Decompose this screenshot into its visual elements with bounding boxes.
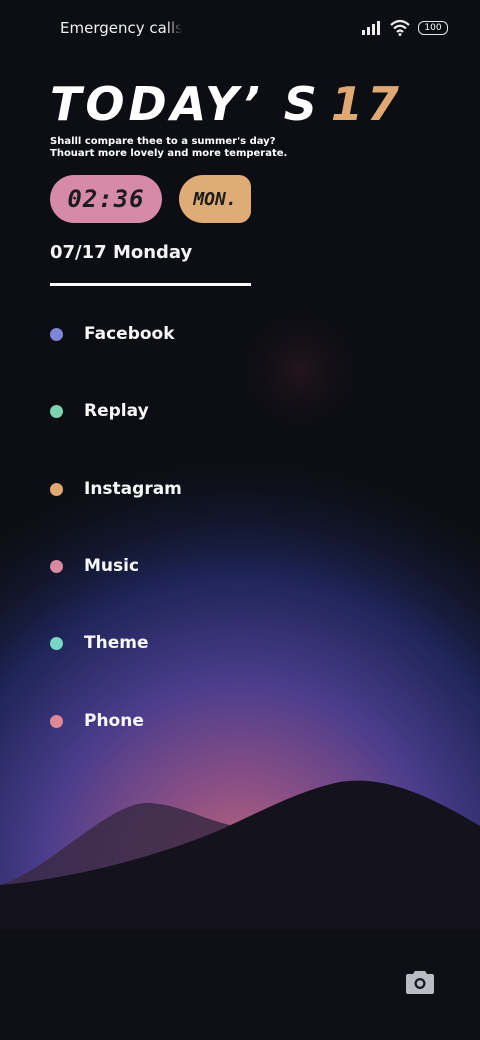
app-item-instagram[interactable]: Instagram (50, 469, 182, 509)
wifi-icon (390, 20, 410, 36)
quote-line-2: Thouart more lovely and more temperate. (50, 148, 288, 159)
app-dot (50, 482, 63, 496)
quote: Shalll compare thee to a summer's day? T… (50, 136, 287, 160)
headline: TODAY’ S 17 (50, 78, 470, 130)
app-label: Music (84, 556, 140, 576)
app-item-facebook[interactable]: Facebook (50, 314, 175, 354)
time-pill: 02:36 (50, 175, 162, 223)
app-label: Theme (84, 633, 149, 653)
status-bar: Emergency calls o 100 (0, 0, 480, 56)
status-icons: 100 (362, 20, 448, 36)
app-item-replay[interactable]: Replay (50, 391, 149, 431)
date-text: 07/17 Monday (50, 242, 193, 263)
app-label: Phone (84, 711, 144, 731)
headline-number: 17 (330, 77, 403, 131)
quote-line-1: Shalll compare thee to a summer's day? (50, 136, 276, 147)
day-pill: MON. (179, 175, 251, 223)
app-item-music[interactable]: Music (50, 546, 139, 586)
headline-text: TODAY’ S (50, 77, 321, 131)
signal-icon (362, 21, 380, 35)
app-item-phone[interactable]: Phone (50, 701, 144, 741)
camera-icon[interactable] (406, 968, 434, 994)
battery-icon: 100 (418, 21, 448, 35)
app-label: Instagram (84, 479, 182, 499)
app-dot (50, 714, 63, 728)
app-item-theme[interactable]: Theme (50, 623, 148, 663)
app-dot (50, 559, 63, 573)
app-dot (50, 327, 63, 341)
app-label: Replay (84, 401, 149, 421)
app-label: Facebook (84, 324, 175, 344)
app-dot (50, 636, 63, 650)
app-dot (50, 404, 63, 418)
divider (50, 283, 251, 286)
carrier-text: Emergency calls o (60, 19, 182, 37)
